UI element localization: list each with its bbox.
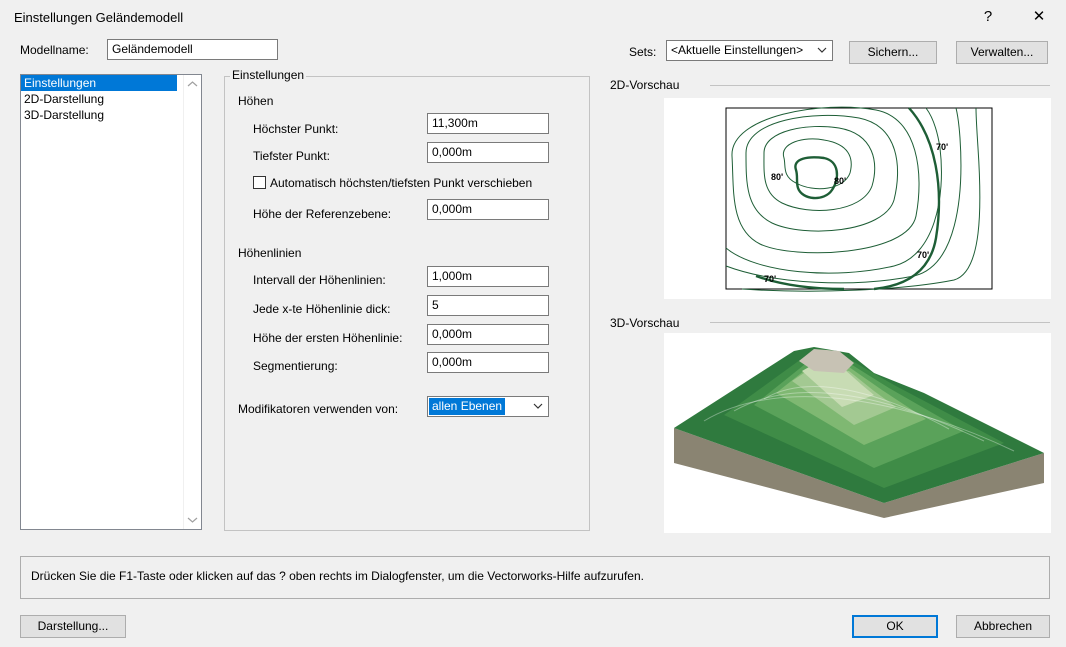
sets-dropdown[interactable]: <Aktuelle Einstellungen>	[666, 40, 833, 61]
nav-item[interactable]: 2D-Darstellung	[21, 91, 177, 107]
terrain-3d-image	[674, 347, 1044, 518]
first-contour-label: Höhe der ersten Höhenlinie:	[253, 331, 403, 345]
highest-point-label: Höchster Punkt:	[253, 122, 339, 136]
chevron-down-icon	[533, 403, 543, 409]
modifiers-dropdown[interactable]: allen Ebenen	[427, 396, 549, 417]
settings-group-title: Einstellungen	[230, 68, 307, 82]
preview-2d-label: 2D-Vorschau	[610, 78, 680, 92]
sets-label: Sets:	[629, 45, 657, 59]
highest-point-field[interactable]: 11,300m	[427, 113, 549, 134]
auto-move-checkbox[interactable]	[253, 176, 266, 189]
preview-3d	[664, 333, 1051, 533]
display-button[interactable]: Darstellung...	[20, 615, 126, 638]
contour-label: 80'	[834, 176, 846, 186]
reference-plane-label: Höhe der Referenzebene:	[253, 207, 392, 221]
save-set-button[interactable]: Sichern...	[849, 41, 937, 64]
chevron-down-icon[interactable]	[187, 515, 198, 525]
preview-3d-label: 3D-Vorschau	[610, 316, 680, 330]
every-nth-contour-label: Jede x-te Höhenlinie dick:	[253, 302, 391, 316]
modifiers-label: Modifikatoren verwenden von:	[238, 402, 399, 416]
category-list[interactable]: Einstellungen 2D-Darstellung 3D-Darstellun…	[20, 74, 202, 530]
modifiers-dropdown-value: allen Ebenen	[429, 398, 506, 415]
lowest-point-field[interactable]: 0,000m	[427, 142, 549, 163]
help-status-box: Drücken Sie die F1-Taste oder klicken au…	[20, 556, 1050, 599]
lowest-point-label: Tiefster Punkt:	[253, 149, 330, 163]
help-button[interactable]: ?	[974, 6, 1002, 28]
reference-plane-field[interactable]: 0,000m	[427, 199, 549, 220]
segmentation-label: Segmentierung:	[253, 359, 338, 373]
auto-move-label: Automatisch höchsten/tiefsten Punkt vers…	[270, 176, 533, 190]
divider	[710, 85, 1050, 86]
chevron-up-icon[interactable]	[187, 79, 198, 89]
every-nth-contour-field[interactable]: 5	[427, 295, 549, 316]
model-name-label: Modellname:	[20, 43, 89, 57]
contour-label: 70'	[764, 274, 776, 284]
nav-item[interactable]: 3D-Darstellung	[21, 107, 177, 123]
contour-interval-label: Intervall der Höhenlinien:	[253, 273, 386, 287]
model-name-field[interactable]: Geländemodell	[107, 39, 278, 60]
ok-button[interactable]: OK	[852, 615, 938, 638]
close-icon[interactable]: ✕	[1025, 6, 1053, 28]
list-scrollbar[interactable]	[183, 75, 201, 529]
nav-item[interactable]: Einstellungen	[21, 75, 177, 91]
help-status-text: Drücken Sie die F1-Taste oder klicken au…	[31, 569, 644, 583]
chevron-down-icon	[817, 47, 827, 53]
contour-interval-field[interactable]: 1,000m	[427, 266, 549, 287]
cancel-button[interactable]: Abbrechen	[956, 615, 1050, 638]
segmentation-field[interactable]: 0,000m	[427, 352, 549, 373]
sets-dropdown-value: <Aktuelle Einstellungen>	[671, 43, 804, 57]
contour-label: 70'	[917, 250, 929, 260]
first-contour-field[interactable]: 0,000m	[427, 324, 549, 345]
contour-label: 70'	[936, 142, 948, 152]
preview-2d: 80' 80' 70' 70' 70'	[664, 98, 1051, 299]
contour-label: 80'	[771, 172, 783, 182]
manage-sets-button[interactable]: Verwalten...	[956, 41, 1048, 64]
contours-header: Höhenlinien	[238, 246, 302, 260]
heights-header: Höhen	[238, 94, 274, 108]
contour-map-image: 80' 80' 70' 70' 70'	[725, 106, 993, 292]
window-title: Einstellungen Geländemodell	[14, 10, 184, 25]
divider	[710, 322, 1050, 323]
